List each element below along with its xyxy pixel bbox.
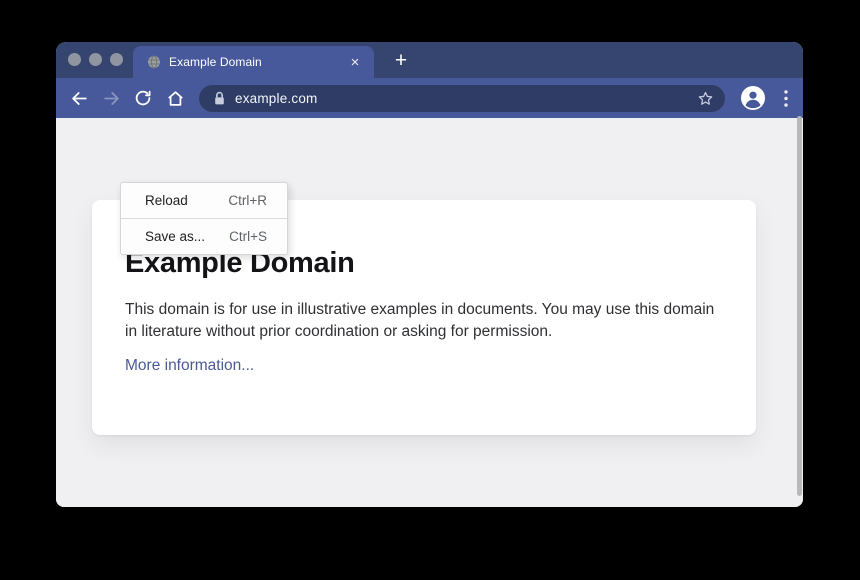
window-minimize-button[interactable] <box>89 53 102 66</box>
star-icon <box>697 90 714 107</box>
bookmark-star-button[interactable] <box>693 86 717 110</box>
reload-icon <box>134 89 152 107</box>
tab-strip: Example Domain × + <box>56 42 803 78</box>
context-menu-item-reload[interactable]: Reload Ctrl+R <box>121 183 287 218</box>
home-icon <box>166 89 185 108</box>
toolbar: example.com <box>56 78 803 118</box>
menu-item-label: Save as... <box>145 229 205 244</box>
window-zoom-button[interactable] <box>110 53 123 66</box>
desktop-background: { "tab": { "title": "Example Domain" }, … <box>0 0 860 580</box>
new-tab-button[interactable]: + <box>386 46 416 76</box>
page-content: Example Domain This domain is for use in… <box>56 118 803 507</box>
reload-button[interactable] <box>129 84 157 112</box>
context-menu-item-save-as[interactable]: Save as... Ctrl+S <box>121 219 287 254</box>
address-bar[interactable]: example.com <box>199 85 725 112</box>
scrollbar[interactable] <box>797 116 802 496</box>
back-button[interactable] <box>65 84 93 112</box>
menu-item-shortcut: Ctrl+S <box>229 229 267 244</box>
browser-window: Example Domain × + <box>56 42 803 507</box>
tab-example-domain[interactable]: Example Domain × <box>133 46 374 78</box>
home-button[interactable] <box>161 84 189 112</box>
profile-avatar-button[interactable] <box>740 85 766 111</box>
tab-close-icon[interactable]: × <box>346 53 364 71</box>
browser-menu-button[interactable] <box>774 86 798 110</box>
lock-icon <box>213 91 226 106</box>
page-paragraph: This domain is for use in illustrative e… <box>125 299 717 342</box>
forward-button[interactable] <box>97 84 125 112</box>
back-icon <box>70 89 89 108</box>
menu-item-label: Reload <box>145 193 188 208</box>
favicon-icon <box>147 55 161 69</box>
more-information-link[interactable]: More information... <box>125 357 254 375</box>
url-text[interactable]: example.com <box>235 91 693 106</box>
window-controls <box>68 53 123 66</box>
menu-item-shortcut: Ctrl+R <box>228 193 267 208</box>
window-close-button[interactable] <box>68 53 81 66</box>
avatar-icon <box>740 85 766 111</box>
menu-dots-icon <box>784 90 788 107</box>
tab-title: Example Domain <box>169 55 346 69</box>
context-menu: Reload Ctrl+R Save as... Ctrl+S <box>120 182 288 255</box>
forward-icon <box>102 89 121 108</box>
